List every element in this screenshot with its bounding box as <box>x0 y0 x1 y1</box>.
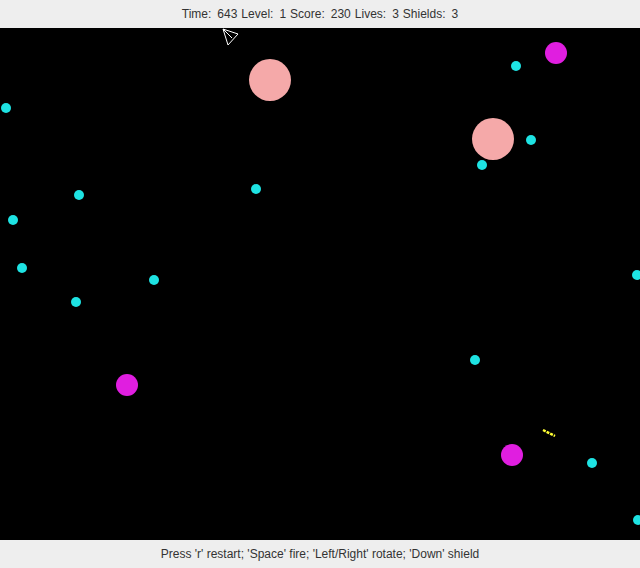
asteroid <box>472 118 514 160</box>
asteroid <box>526 135 536 145</box>
asteroid <box>149 275 159 285</box>
asteroid <box>633 515 640 525</box>
asteroid <box>587 458 597 468</box>
ship-icon <box>220 28 240 48</box>
help-bar: Press 'r' restart; 'Space' fire; 'Left/R… <box>0 540 640 568</box>
status-bar: Time:643Level:1Score:230Lives:3Shields:3 <box>0 0 640 28</box>
status-item: Score:230 <box>290 5 351 23</box>
asteroid <box>116 374 138 396</box>
asteroid <box>545 42 567 64</box>
asteroid <box>511 61 521 71</box>
asteroid <box>501 444 523 466</box>
asteroid <box>632 270 640 280</box>
asteroid <box>71 297 81 307</box>
asteroid <box>477 160 487 170</box>
status-item: Lives:3 <box>355 5 399 23</box>
asteroid <box>1 103 11 113</box>
asteroid <box>251 184 261 194</box>
bullet-icon <box>541 428 557 438</box>
status-item: Level:1 <box>241 5 286 23</box>
status-item: Shields:3 <box>403 5 458 23</box>
game-window: Time:643Level:1Score:230Lives:3Shields:3… <box>0 0 640 568</box>
asteroid <box>17 263 27 273</box>
asteroid <box>74 190 84 200</box>
asteroid <box>470 355 480 365</box>
asteroid <box>249 59 291 101</box>
game-canvas[interactable] <box>0 28 640 540</box>
status-item: Time:643 <box>182 5 238 23</box>
help-text: Press 'r' restart; 'Space' fire; 'Left/R… <box>161 545 479 563</box>
asteroid <box>8 215 18 225</box>
